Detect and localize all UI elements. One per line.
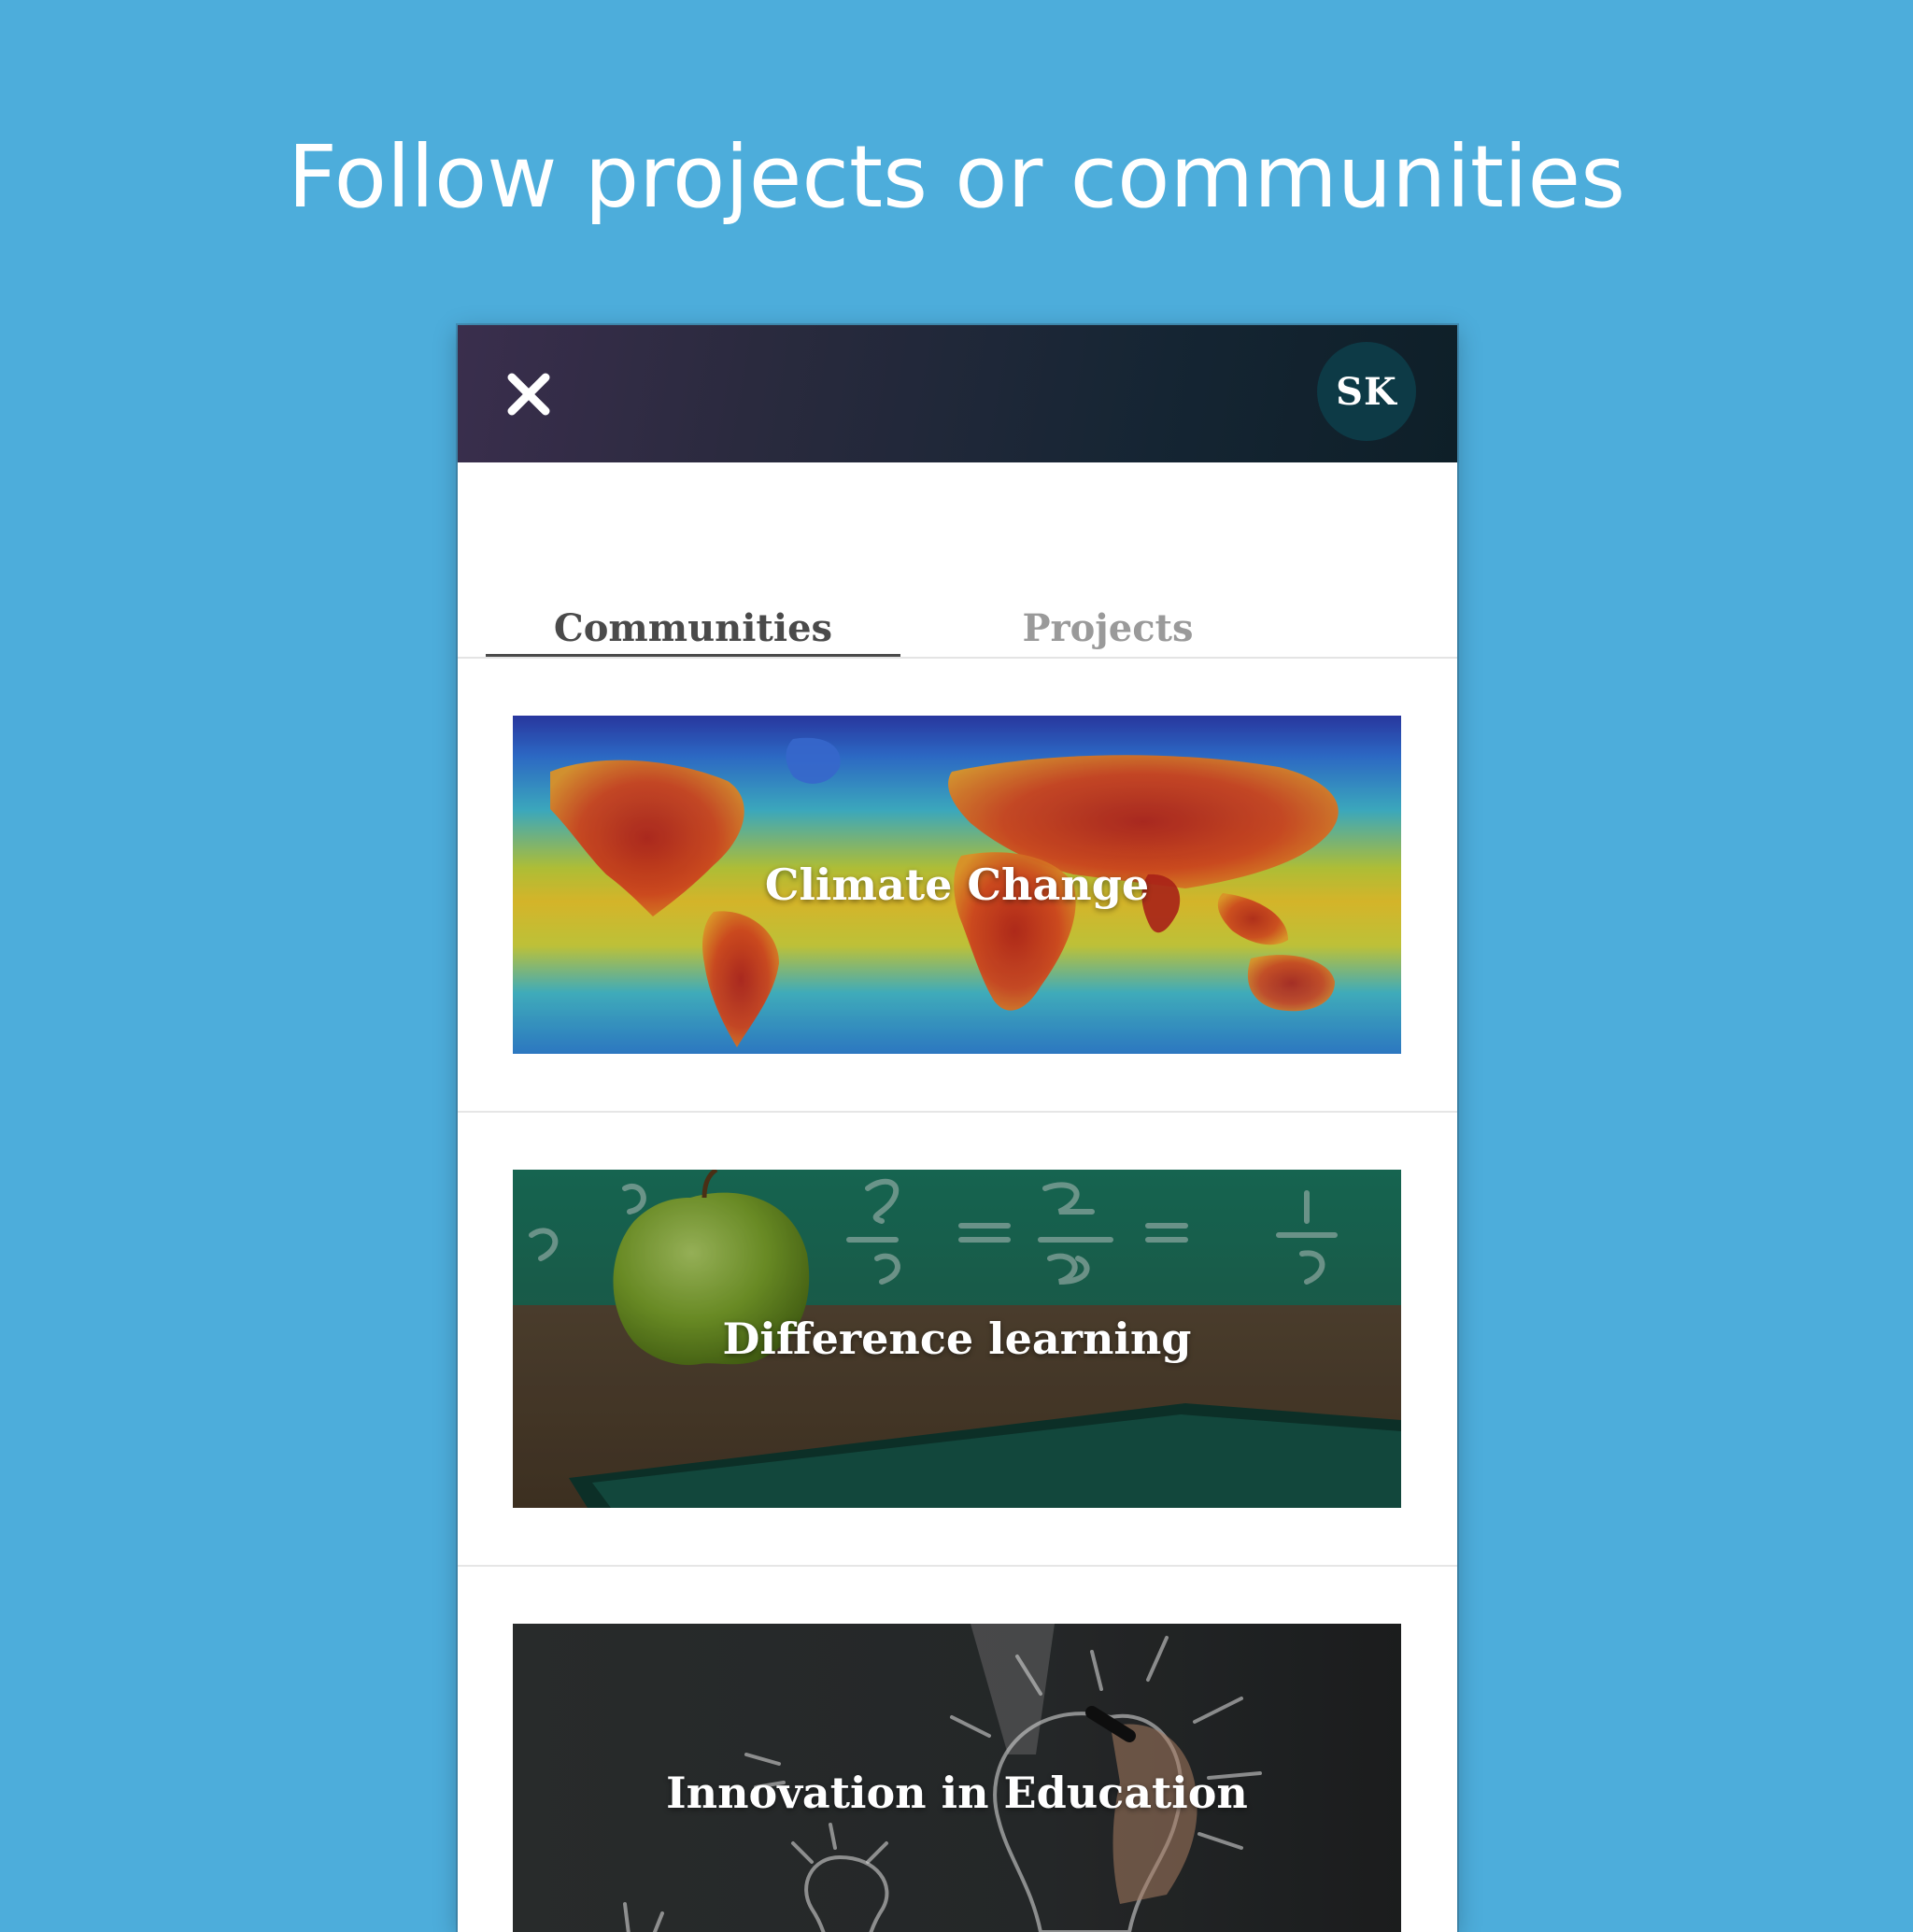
page-headline: Follow projects or communities (287, 127, 1626, 227)
community-title: Climate Change (764, 859, 1150, 910)
phone-screen: SK Communities Projects Climate Change D… (458, 325, 1457, 1932)
close-icon (507, 373, 550, 416)
top-bar: SK (458, 325, 1457, 462)
close-button[interactable] (503, 368, 555, 420)
tab-communities-label: Communities (553, 606, 833, 650)
list-item: Innovation in Education (458, 1567, 1457, 1932)
community-card-difference-learning[interactable]: Difference learning (513, 1170, 1401, 1508)
tab-projects-label: Projects (1022, 606, 1194, 650)
community-title: Innovation in Education (666, 1768, 1248, 1818)
community-title: Difference learning (722, 1314, 1192, 1364)
community-card-innovation-in-education[interactable]: Innovation in Education (513, 1624, 1401, 1932)
avatar[interactable]: SK (1317, 342, 1416, 441)
list-item: Difference learning (458, 1113, 1457, 1567)
community-card-climate-change[interactable]: Climate Change (513, 716, 1401, 1054)
list-item: Climate Change (458, 659, 1457, 1113)
